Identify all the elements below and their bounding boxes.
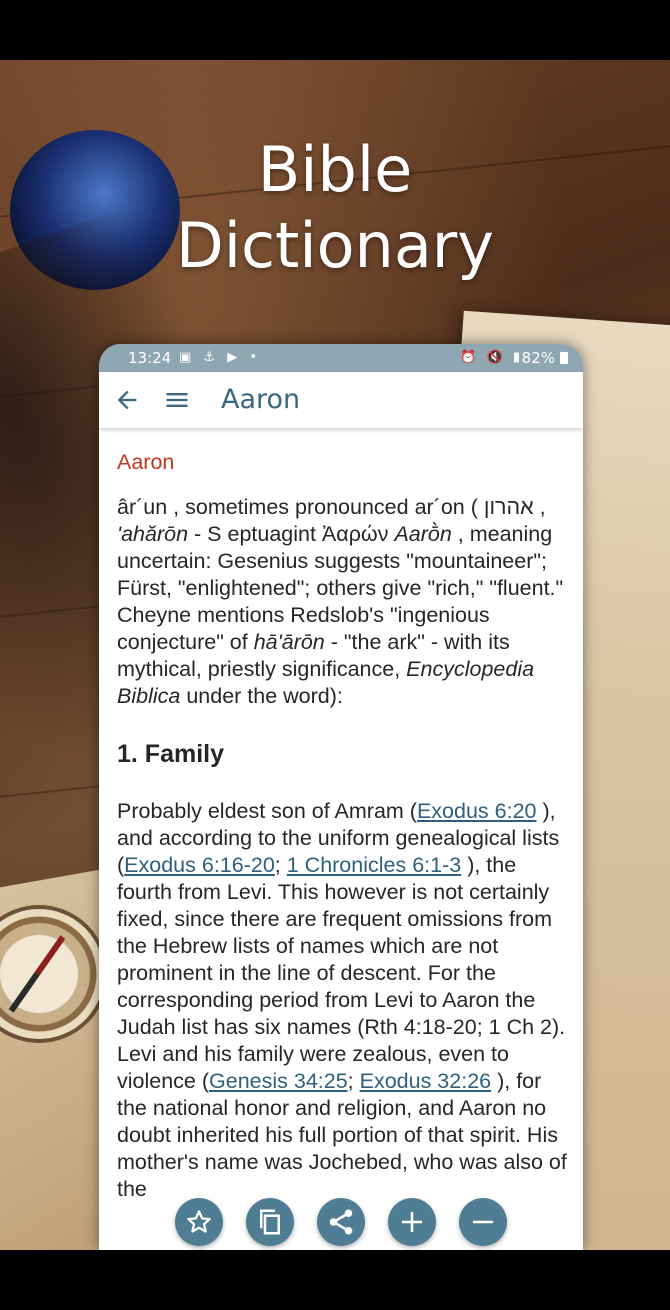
- zoom-out-button[interactable]: [459, 1198, 507, 1246]
- plus-icon: [402, 1212, 422, 1232]
- text-run: ;: [347, 1069, 360, 1093]
- battery-text: 82%: [521, 349, 555, 367]
- app-bar: Aaron: [99, 372, 583, 428]
- system-icons: ⏰ 🔇 ▮: [460, 350, 523, 365]
- phone-screenshot: 13:24 ▣ ⚓ ▶ • ⏰ 🔇 ▮ 82% Aaron Aaron âr´u…: [99, 344, 583, 1250]
- back-arrow-icon[interactable]: [113, 386, 141, 414]
- app-bar-title: Aaron: [221, 384, 301, 415]
- entry-title: Aaron: [117, 450, 175, 474]
- promo-title-line1: Bible: [257, 133, 413, 206]
- text-run: Probably eldest son of Amram (: [117, 799, 417, 823]
- compass-needle: [8, 935, 66, 1013]
- share-icon: [329, 1209, 353, 1235]
- status-bar: 13:24 ▣ ⚓ ▶ • ⏰ 🔇 ▮ 82%: [99, 344, 583, 372]
- text-run: ;: [274, 853, 287, 877]
- text-run: - S eptuagint Ἀαρών: [188, 522, 395, 546]
- scripture-link[interactable]: Genesis 34:25: [209, 1069, 348, 1093]
- italic-term: Aarṑn: [394, 522, 452, 546]
- bottom-black-bar: [0, 1250, 670, 1310]
- promo-title-line2: Dictionary: [176, 209, 494, 282]
- scripture-link[interactable]: Exodus 32:26: [360, 1069, 492, 1093]
- minus-icon: [473, 1220, 493, 1224]
- copy-button[interactable]: [246, 1198, 294, 1246]
- share-button[interactable]: [317, 1198, 365, 1246]
- zoom-in-button[interactable]: [388, 1198, 436, 1246]
- scripture-link[interactable]: 1 Chronicles 6:1-3: [287, 853, 461, 877]
- section-heading: 1. Family: [117, 740, 224, 768]
- text-run: ), the fourth from Levi. This however is…: [117, 853, 566, 1093]
- battery-icon: [560, 352, 568, 364]
- menu-icon[interactable]: [163, 386, 191, 414]
- section-paragraph: Probably eldest son of Amram (Exodus 6:2…: [117, 798, 569, 1203]
- entry-content: Aaron âr´un , sometimes pronounced ar´on…: [99, 428, 583, 1203]
- italic-term: hā'ārōn: [253, 630, 325, 654]
- italic-term: 'ahărōn: [117, 522, 189, 546]
- status-time: 13:24: [128, 349, 172, 367]
- notification-icons: ▣ ⚓ ▶ •: [179, 350, 261, 365]
- scripture-link[interactable]: Exodus 6:20: [417, 799, 537, 823]
- text-run: under the word):: [180, 684, 343, 708]
- text-run: âr´un , sometimes pronounced ar´on ( אהר…: [117, 495, 546, 519]
- entry-intro-paragraph: âr´un , sometimes pronounced ar´on ( אהר…: [117, 494, 569, 710]
- favorite-button[interactable]: [175, 1198, 223, 1246]
- scripture-link[interactable]: Exodus 6:16-20: [124, 853, 275, 877]
- copy-icon: [260, 1209, 280, 1235]
- star-icon: [187, 1210, 211, 1233]
